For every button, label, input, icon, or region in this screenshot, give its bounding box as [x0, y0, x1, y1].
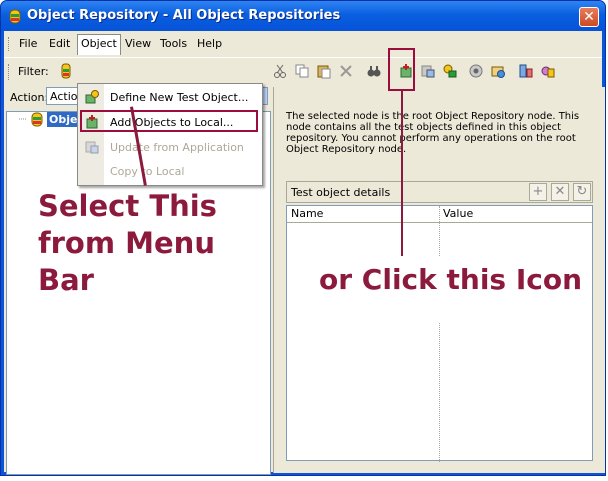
tree-connector-icon: [19, 118, 27, 120]
toolbar-icon-highlight-box: [388, 48, 415, 91]
define-new-test-object-icon: [85, 90, 99, 104]
column-name[interactable]: Name: [291, 207, 323, 220]
refresh-button[interactable]: ↻: [573, 183, 591, 201]
update-from-application-icon[interactable]: [420, 63, 436, 79]
menu-view[interactable]: View: [122, 35, 154, 53]
menu-grip[interactable]: [8, 37, 11, 51]
grid-column-divider: [439, 206, 440, 462]
menu-object[interactable]: Object: [77, 34, 121, 55]
menu-update-from-application: Update from Application: [110, 141, 244, 154]
annotation-line-icon: [401, 90, 403, 256]
copy-icon[interactable]: [294, 63, 310, 79]
find-icon[interactable]: [366, 63, 382, 79]
add-property-button[interactable]: +: [529, 183, 547, 201]
properties-icon[interactable]: [490, 63, 506, 79]
annotation-select-from-menu: Select This from Menu Bar: [38, 189, 217, 297]
filter-repository-icon[interactable]: [58, 63, 74, 79]
menu-tools[interactable]: Tools: [157, 35, 190, 53]
cut-icon[interactable]: [272, 63, 288, 79]
repository-manager-icon[interactable]: [540, 63, 556, 79]
properties-grid[interactable]: Name Value: [286, 205, 593, 462]
object-menu-dropdown: Define New Test Object... Add Objects to…: [77, 83, 263, 186]
paste-icon[interactable]: [316, 63, 332, 79]
update-from-application-menu-icon: [85, 141, 99, 154]
toolbar: Filter:: [4, 57, 602, 84]
window-title: Object Repository - All Object Repositor…: [27, 8, 341, 23]
repository-icon: [9, 9, 21, 24]
toolbar-grip[interactable]: [8, 64, 11, 80]
delete-icon[interactable]: [338, 63, 354, 79]
test-object-details-header: Test object details + ✕ ↻: [286, 181, 593, 203]
tree-root-node[interactable]: Obje: [47, 112, 80, 127]
action-label: Action:: [10, 91, 49, 104]
menu-copy-to-local: Copy to Local: [110, 165, 185, 178]
menu-define-new-test-object[interactable]: Define New Test Object...: [110, 91, 248, 104]
menu-file[interactable]: File: [16, 35, 40, 53]
column-value[interactable]: Value: [443, 207, 473, 220]
menu-bar: File Edit Object View Tools Help: [4, 33, 602, 55]
menu-help[interactable]: Help: [194, 35, 225, 53]
menu-edit[interactable]: Edit: [46, 35, 73, 53]
remove-property-button[interactable]: ✕: [551, 183, 569, 201]
action-select-value: Actio: [50, 90, 78, 103]
menu-item-highlight-box: [80, 110, 258, 132]
annotation-click-icon: or Click this Icon: [319, 263, 583, 296]
filter-label: Filter:: [18, 65, 49, 78]
object-spy-icon[interactable]: [468, 63, 484, 79]
highlight-in-application-icon[interactable]: [442, 63, 458, 79]
node-description: The selected node is the root Object Rep…: [286, 111, 580, 155]
root-repository-icon: [31, 112, 43, 127]
title-bar[interactable]: Object Repository - All Object Repositor…: [1, 1, 605, 31]
close-button[interactable]: ✕: [579, 7, 599, 27]
associate-repositories-icon[interactable]: [518, 63, 534, 79]
test-object-details-title: Test object details: [291, 186, 391, 199]
